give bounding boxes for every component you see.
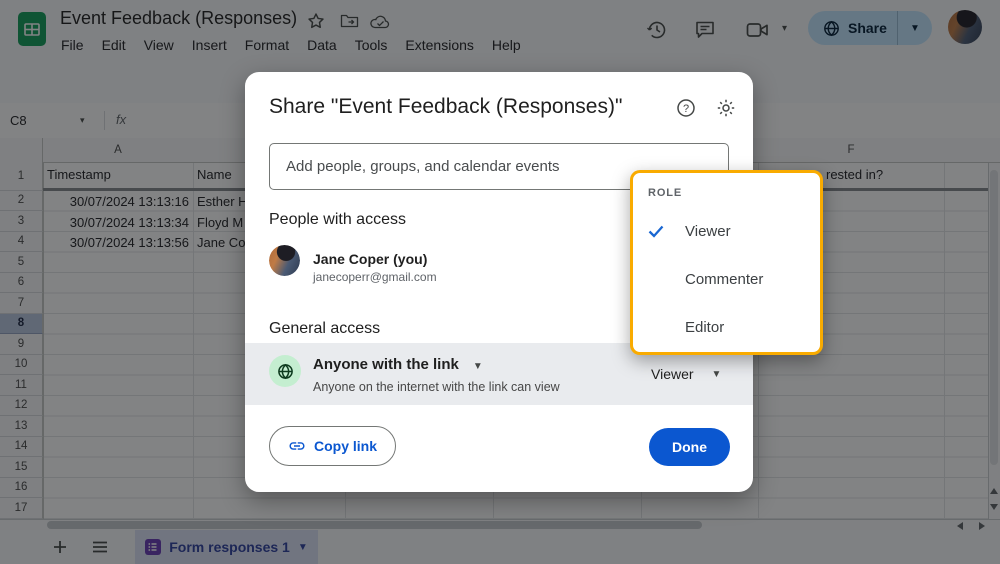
role-option[interactable]: Editor	[633, 303, 820, 351]
done-label: Done	[672, 439, 707, 455]
link-access-dropdown[interactable]: Anyone with the link▼	[313, 356, 483, 373]
link-access-caret: ▼	[473, 361, 483, 372]
role-option-label: Commenter	[685, 271, 763, 288]
link-access-description: Anyone on the internet with the link can…	[313, 380, 560, 394]
link-role-dropdown[interactable]: Viewer ▼	[643, 357, 729, 391]
role-option[interactable]: Commenter	[633, 255, 820, 303]
copy-link-button[interactable]: Copy link	[269, 426, 396, 466]
public-globe-icon	[269, 355, 301, 387]
gear-icon[interactable]	[716, 98, 736, 118]
owner-email: janecoperr@gmail.com	[313, 270, 437, 284]
done-button[interactable]: Done	[649, 428, 730, 466]
general-access-heading: General access	[269, 320, 380, 338]
google-sheets-app: Event Feedback (Responses) FileEditViewI…	[0, 0, 1000, 564]
people-with-access-heading: People with access	[269, 211, 406, 229]
copy-link-label: Copy link	[314, 438, 377, 454]
check-icon	[647, 222, 667, 240]
help-icon[interactable]: ?	[676, 98, 696, 118]
owner-name: Jane Coper (you)	[313, 251, 427, 267]
role-option-label: Editor	[685, 319, 724, 336]
role-menu-heading: ROLE	[648, 187, 682, 199]
role-menu: ROLE Viewer Commenter Editor	[630, 170, 823, 355]
owner-avatar	[269, 245, 300, 276]
svg-text:?: ?	[683, 103, 689, 115]
share-dialog-title: Share "Event Feedback (Responses)"	[269, 95, 622, 119]
role-option[interactable]: Viewer	[633, 207, 820, 255]
role-options: Viewer Commenter Editor	[633, 207, 820, 351]
role-option-label: Viewer	[685, 223, 731, 240]
link-role-caret: ▼	[712, 369, 722, 380]
link-role-value: Viewer	[651, 366, 694, 382]
link-icon	[288, 437, 306, 455]
